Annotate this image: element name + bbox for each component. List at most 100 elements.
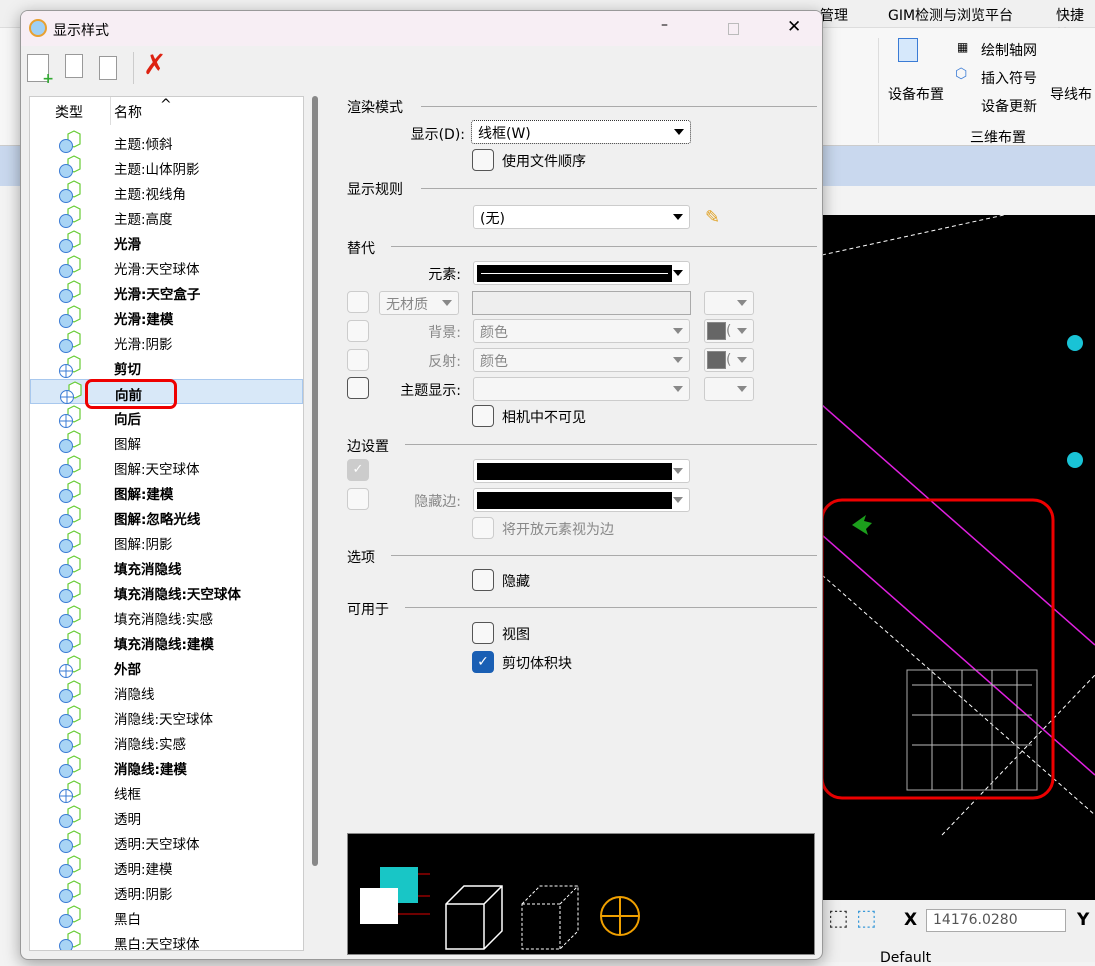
- element-label: 元素:: [428, 267, 461, 283]
- reflection-color-picker[interactable]: (: [704, 348, 754, 372]
- display-rules-dropdown[interactable]: (无): [473, 205, 690, 229]
- copy-style-button[interactable]: [65, 54, 83, 78]
- list-item[interactable]: 消隐线:天空球体: [30, 704, 303, 729]
- list-item[interactable]: 线框: [30, 779, 303, 804]
- list-item[interactable]: 光滑:天空盒子: [30, 279, 303, 304]
- list-item[interactable]: 消隐线: [30, 679, 303, 704]
- list-item-label: 黑白: [114, 912, 141, 928]
- list-item[interactable]: 填充消隐线:实感: [30, 604, 303, 629]
- list-item[interactable]: 填充消隐线:天空球体: [30, 579, 303, 604]
- background-dropdown[interactable]: 颜色: [473, 319, 690, 343]
- divider: [405, 607, 817, 608]
- toolbar: + ✗: [21, 46, 822, 91]
- reflection-dropdown[interactable]: 颜色: [473, 348, 690, 372]
- column-header-name[interactable]: 名称: [114, 102, 142, 122]
- list-item[interactable]: 主题:山体阴影: [30, 154, 303, 179]
- list-item[interactable]: 主题:倾斜: [30, 129, 303, 154]
- column-header-type[interactable]: 类型: [55, 102, 83, 122]
- list-item[interactable]: 光滑: [30, 229, 303, 254]
- section-render-mode: 渲染模式: [347, 100, 403, 116]
- close-button[interactable]: ✕: [787, 17, 801, 37]
- list-item[interactable]: 透明:天空球体: [30, 829, 303, 854]
- use-file-order-checkbox[interactable]: [472, 149, 494, 171]
- list-item[interactable]: 图解:建模: [30, 479, 303, 504]
- minimize-button[interactable]: –: [661, 17, 668, 33]
- list-item[interactable]: 黑白: [30, 904, 303, 929]
- style-list[interactable]: 类型 名称 ^ 主题:倾斜主题:山体阴影 主题:视线角主题:高度 光滑 光滑:天空球体…: [29, 96, 304, 951]
- element-linestyle-dropdown[interactable]: [473, 261, 690, 285]
- list-item-label: 填充消隐线:天空球体: [114, 587, 241, 603]
- list-item-label: 图解:忽略光线: [114, 512, 201, 528]
- divider: [110, 97, 111, 125]
- shaded-style-icon: [59, 530, 81, 553]
- list-item[interactable]: 透明:阴影: [30, 879, 303, 904]
- hidden-edge-color-dropdown[interactable]: [473, 488, 690, 512]
- import-style-button[interactable]: [99, 56, 117, 80]
- list-item[interactable]: 填充消隐线:建模: [30, 629, 303, 654]
- list-item-label: 透明:建模: [114, 862, 173, 878]
- list-item[interactable]: 消隐线:建模: [30, 754, 303, 779]
- new-style-button[interactable]: +: [27, 54, 54, 87]
- invisible-in-camera-checkbox[interactable]: [472, 405, 494, 427]
- shaded-style-icon: [59, 155, 81, 178]
- list-scrollbar[interactable]: [312, 96, 318, 866]
- use-file-order-label: 使用文件顺序: [502, 154, 586, 170]
- list-item[interactable]: 主题:高度: [30, 204, 303, 229]
- material-checkbox[interactable]: [347, 291, 369, 313]
- list-item[interactable]: 主题:视线角: [30, 179, 303, 204]
- clip-volume-checkbox[interactable]: ✓: [472, 651, 494, 673]
- list-item-label: 透明:天空球体: [114, 837, 200, 853]
- list-item-label: 消隐线:建模: [114, 762, 187, 778]
- title-bar: 显示样式 – ✕: [21, 11, 822, 46]
- list-item[interactable]: 黑白:天空球体: [30, 929, 303, 950]
- list-item-label: 主题:高度: [114, 212, 173, 228]
- section-edge-settings: 边设置: [347, 439, 389, 455]
- section-options: 选项: [347, 550, 375, 566]
- divider: [405, 444, 817, 445]
- list-item-label: 消隐线: [114, 687, 155, 703]
- list-item[interactable]: 图解:忽略光线: [30, 504, 303, 529]
- list-item[interactable]: 透明: [30, 804, 303, 829]
- material-field[interactable]: [472, 291, 691, 315]
- open-elements-as-edges-label: 将开放元素视为边: [502, 522, 614, 538]
- material-value: 无材质: [386, 297, 428, 313]
- background-color-picker[interactable]: (: [704, 319, 754, 343]
- open-elements-as-edges-checkbox[interactable]: [472, 517, 494, 539]
- visible-edges-checkbox[interactable]: ✓: [347, 459, 369, 481]
- list-item[interactable]: 光滑:建模: [30, 304, 303, 329]
- shaded-style-icon: [59, 705, 81, 728]
- hidden-checkbox[interactable]: [472, 569, 494, 591]
- view-checkbox[interactable]: [472, 622, 494, 644]
- theme-display-dropdown[interactable]: [473, 377, 690, 401]
- display-mode-dropdown[interactable]: 线框(W): [471, 120, 691, 144]
- list-item[interactable]: 剪切: [30, 354, 303, 379]
- divider: [133, 52, 134, 84]
- list-item[interactable]: 图解:阴影: [30, 529, 303, 554]
- list-item[interactable]: 光滑:天空球体: [30, 254, 303, 279]
- list-item[interactable]: 图解:天空球体: [30, 454, 303, 479]
- list-item[interactable]: 光滑:阴影: [30, 329, 303, 354]
- wireframe-style-icon: [59, 655, 81, 678]
- list-item[interactable]: 消隐线:实感: [30, 729, 303, 754]
- material-dropdown[interactable]: 无材质: [379, 291, 459, 315]
- list-item[interactable]: 图解: [30, 429, 303, 454]
- list-item-label: 主题:山体阴影: [114, 162, 200, 178]
- list-item[interactable]: 透明:建模: [30, 854, 303, 879]
- style-preview: [347, 833, 815, 955]
- sort-indicator-icon: ^: [160, 97, 172, 113]
- material-edit-button[interactable]: [704, 291, 754, 315]
- invisible-in-camera-label: 相机中不可见: [502, 410, 586, 426]
- list-item[interactable]: 外部: [30, 654, 303, 679]
- delete-style-button[interactable]: ✗: [143, 48, 166, 81]
- chevron-down-icon: [737, 328, 747, 334]
- section-display-rules: 显示规则: [347, 182, 403, 198]
- visible-edge-color-dropdown[interactable]: [473, 459, 690, 483]
- chevron-down-icon: [737, 357, 747, 363]
- theme-edit-button[interactable]: [704, 377, 754, 401]
- maximize-button[interactable]: [728, 23, 739, 35]
- wireframe-style-icon: [59, 780, 81, 803]
- list-item[interactable]: 填充消隐线: [30, 554, 303, 579]
- chevron-down-icon: [737, 300, 747, 306]
- shaded-style-icon: [59, 680, 81, 703]
- edit-rules-pencil-icon[interactable]: ✎: [705, 207, 720, 228]
